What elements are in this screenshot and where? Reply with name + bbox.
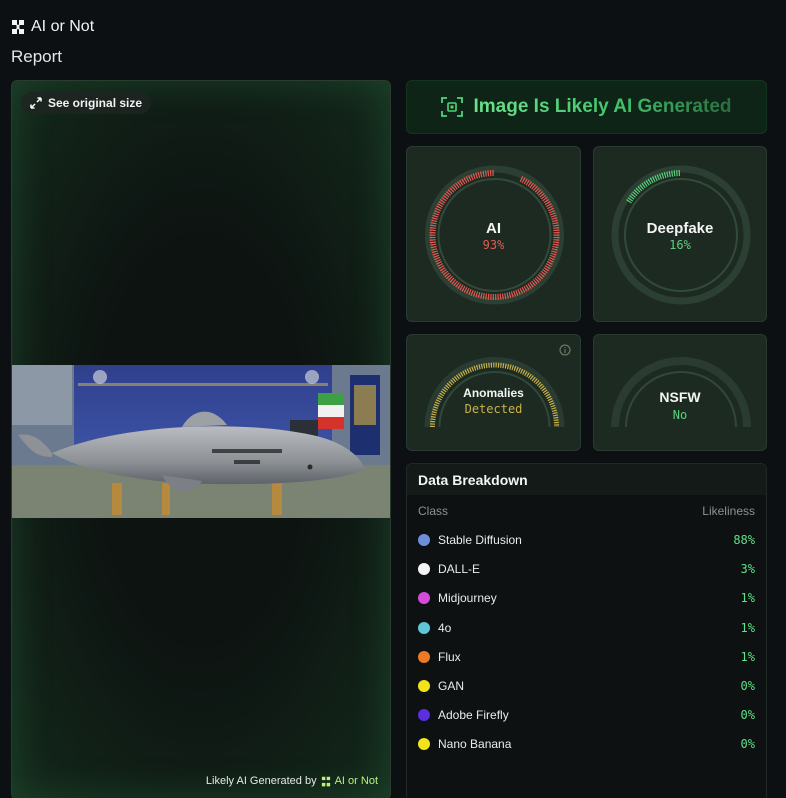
info-icon[interactable] xyxy=(559,344,571,356)
breakdown-row: Stable Diffusion 88% xyxy=(418,530,755,550)
image-preview-panel: See original size Likely AI Generated by… xyxy=(11,80,391,798)
class-likeliness: 3% xyxy=(740,562,755,576)
class-color-dot xyxy=(418,738,430,750)
class-color-dot xyxy=(418,680,430,692)
class-color-dot xyxy=(418,592,430,604)
class-color-dot xyxy=(418,651,430,663)
verdict-banner: Image Is Likely AI Generated xyxy=(406,80,767,134)
breakdown-row: GAN 0% xyxy=(418,676,755,696)
breakdown-class: DALL-E xyxy=(418,562,480,576)
watermark-text: Likely AI Generated by xyxy=(205,775,317,787)
scan-icon xyxy=(441,97,464,117)
class-color-dot xyxy=(418,563,430,575)
aiornot-logo-icon xyxy=(12,20,24,34)
deepfake-label: Deepfake xyxy=(646,220,714,237)
class-name: Flux xyxy=(438,650,461,664)
column-class: Class xyxy=(418,504,449,518)
class-name: Stable Diffusion xyxy=(438,533,522,547)
breakdown-class: Stable Diffusion xyxy=(418,533,522,547)
ai-score-card: AI 93% xyxy=(406,146,581,322)
class-name: DALL-E xyxy=(438,562,481,576)
data-breakdown-title: Data Breakdown xyxy=(407,464,766,495)
class-likeliness: 1% xyxy=(740,591,755,605)
breakdown-row: 4o 1% xyxy=(418,618,755,638)
page-title: Report xyxy=(11,47,63,66)
analyzed-image xyxy=(12,365,390,518)
deepfake-value: 16% xyxy=(669,238,691,252)
brand[interactable]: AI or Not xyxy=(11,18,94,36)
anomalies-value: Detected xyxy=(464,402,523,416)
expand-icon xyxy=(30,97,42,109)
breakdown-class: Flux xyxy=(418,650,461,664)
anomalies-label: Anomalies xyxy=(463,386,524,400)
ai-label: AI xyxy=(486,220,501,237)
class-likeliness: 1% xyxy=(740,650,755,664)
class-name: Midjourney xyxy=(438,591,497,605)
verdict-text: Image Is Likely AI Generated xyxy=(473,96,732,117)
watermark: Likely AI Generated by AI or Not xyxy=(206,775,378,787)
ai-value: 93% xyxy=(482,238,505,252)
class-name: GAN xyxy=(438,679,465,693)
class-name: Adobe Firefly xyxy=(438,708,509,722)
class-color-dot xyxy=(418,534,430,546)
brand-name: AI or Not xyxy=(31,18,95,35)
breakdown-row: Adobe Firefly 0% xyxy=(418,705,755,725)
class-color-dot xyxy=(418,622,430,634)
breakdown-row: Flux 1% xyxy=(418,647,755,667)
breakdown-class: Adobe Firefly xyxy=(418,708,509,722)
watermark-brand: AI or Not xyxy=(334,775,378,787)
breakdown-column-headers: Class Likeliness xyxy=(407,504,766,518)
nsfw-label: NSFW xyxy=(659,389,701,405)
class-likeliness: 0% xyxy=(740,737,755,751)
class-name: 4o xyxy=(438,621,452,635)
class-likeliness: 0% xyxy=(740,679,755,693)
class-name: Nano Banana xyxy=(438,737,512,751)
class-likeliness: 88% xyxy=(733,533,755,547)
breakdown-row: Midjourney 1% xyxy=(418,588,755,608)
class-color-dot xyxy=(418,709,430,721)
data-breakdown-panel: Data Breakdown Class Likeliness Stable D… xyxy=(406,463,767,798)
class-likeliness: 0% xyxy=(740,708,755,722)
anomalies-card: Anomalies Detected xyxy=(406,334,581,451)
breakdown-row: DALL-E 3% xyxy=(418,559,755,579)
nsfw-card: NSFW No xyxy=(593,334,767,451)
nsfw-value: No xyxy=(672,408,688,422)
breakdown-class: GAN xyxy=(418,679,464,693)
breakdown-row: Nano Banana 0% xyxy=(418,734,755,754)
breakdown-class: Nano Banana xyxy=(418,737,511,751)
breakdown-class: Midjourney xyxy=(418,591,497,605)
column-likeliness: Likeliness xyxy=(702,504,755,518)
see-original-size-button[interactable]: See original size xyxy=(21,92,152,114)
see-original-size-label: See original size xyxy=(48,96,143,110)
deepfake-score-card: Deepfake 16% xyxy=(593,146,767,322)
breakdown-class: 4o xyxy=(418,621,451,635)
aiornot-mini-logo-icon xyxy=(321,776,330,786)
class-likeliness: 1% xyxy=(740,621,755,635)
